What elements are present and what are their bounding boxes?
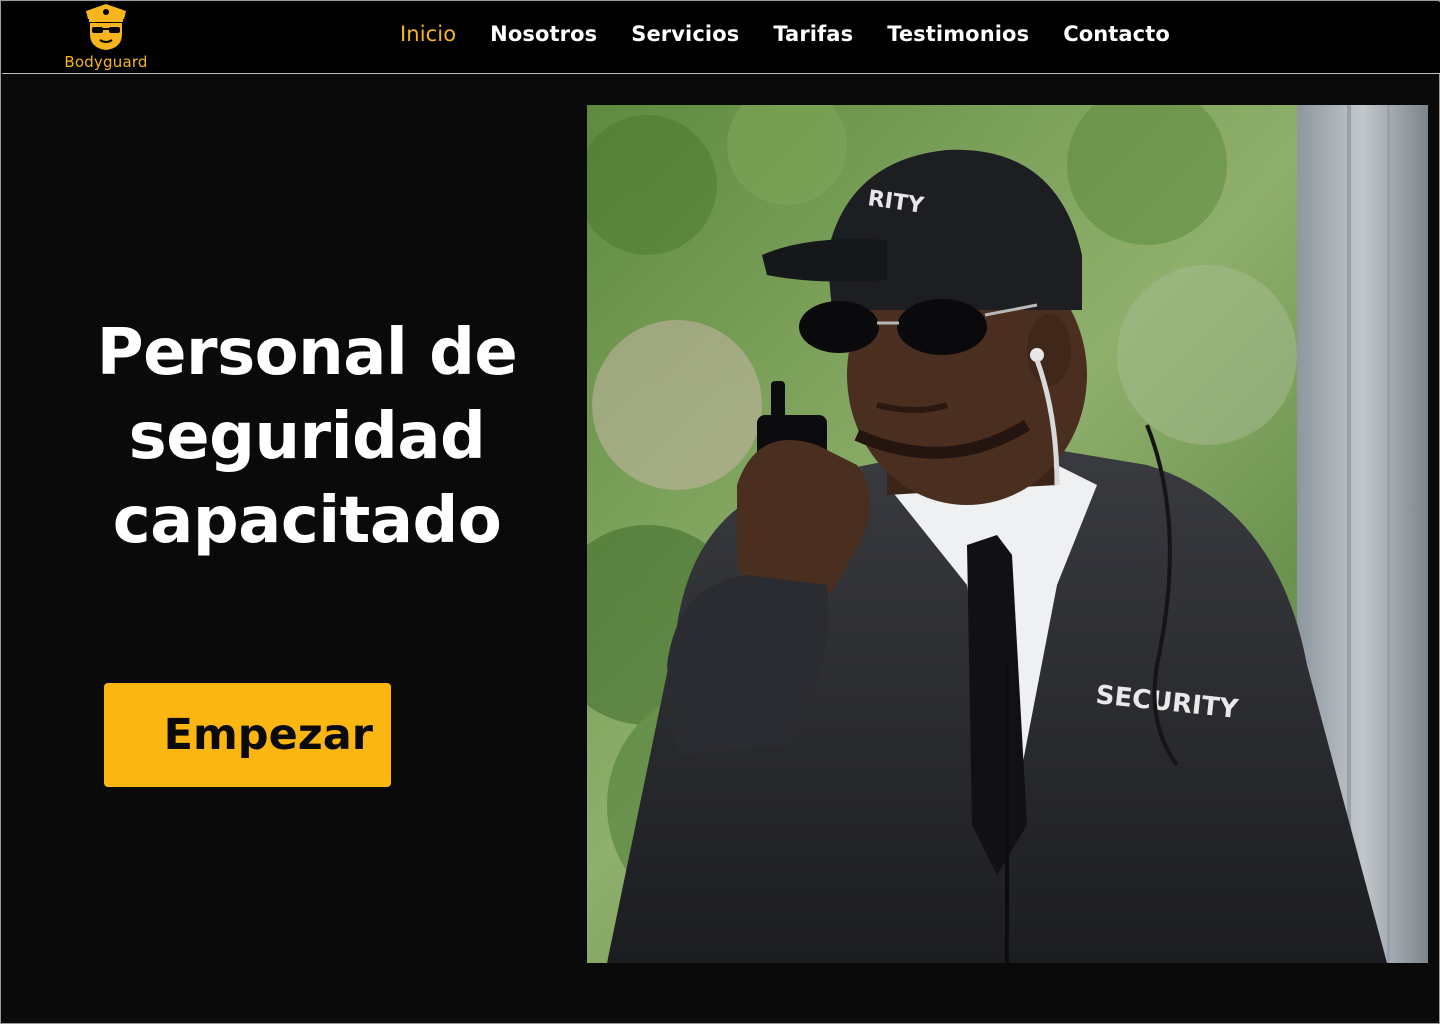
nav-testimonios[interactable]: Testimonios <box>887 22 1029 46</box>
page-frame: Bodyguard Inicio Nosotros Servicios Tari… <box>0 0 1440 1024</box>
nav-tarifas[interactable]: Tarifas <box>773 22 853 46</box>
hero-headline: Personal de seguridad capacitado <box>57 311 557 563</box>
navbar: Bodyguard Inicio Nosotros Servicios Tari… <box>2 2 1440 74</box>
guard-icon <box>86 4 126 50</box>
brand-logo[interactable]: Bodyguard <box>58 2 154 74</box>
main-nav: Inicio Nosotros Servicios Tarifas Testim… <box>400 16 1170 52</box>
nav-servicios[interactable]: Servicios <box>631 22 739 46</box>
empezar-button[interactable]: Empezar <box>104 683 391 787</box>
brand-name: Bodyguard <box>64 53 148 71</box>
headline-line-3: capacitado <box>112 484 502 558</box>
hero-photo-security-guard: SECURITY RITY <box>587 105 1428 963</box>
headline-line-2: seguridad <box>128 400 486 474</box>
headline-line-1: Personal de <box>96 316 518 390</box>
nav-nosotros[interactable]: Nosotros <box>490 22 597 46</box>
nav-inicio[interactable]: Inicio <box>400 22 456 46</box>
nav-contacto[interactable]: Contacto <box>1063 22 1170 46</box>
security-guard-illustration: SECURITY RITY <box>587 105 1428 963</box>
